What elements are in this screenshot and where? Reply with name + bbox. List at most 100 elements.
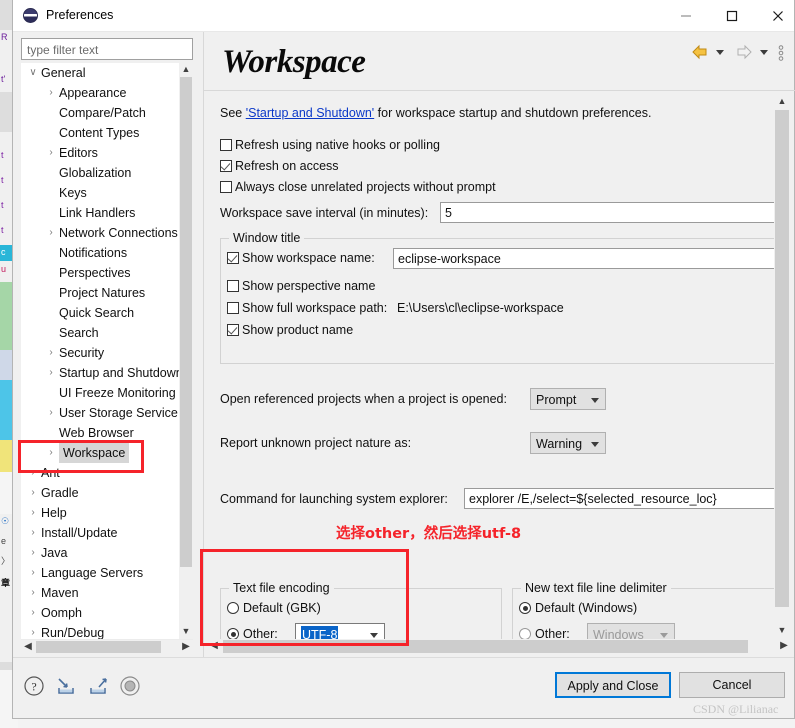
chevron-right-icon[interactable]: › <box>45 223 57 243</box>
open-referenced-combo[interactable]: Prompt <box>530 388 606 410</box>
report-nature-combo[interactable]: Warning <box>530 432 606 454</box>
checkbox-box[interactable] <box>227 252 239 264</box>
checkbox-box[interactable] <box>220 160 232 172</box>
scroll-right-icon[interactable]: ▶ <box>179 640 193 654</box>
sidebar-item-security[interactable]: › Security <box>21 343 179 363</box>
checkbox-close-unrelated[interactable]: Always close unrelated projects without … <box>220 180 496 194</box>
scroll-down-icon[interactable]: ▼ <box>179 625 193 639</box>
checkbox-box[interactable] <box>227 302 239 314</box>
checkbox-refresh-on-access[interactable]: Refresh on access <box>220 159 339 173</box>
save-interval-input[interactable]: 5 <box>440 202 776 223</box>
chevron-right-icon[interactable]: › <box>27 503 39 523</box>
chevron-right-icon[interactable]: › <box>27 623 39 639</box>
restore-defaults-icon[interactable] <box>119 675 141 700</box>
radio-button[interactable] <box>519 628 531 639</box>
checkbox-box[interactable] <box>220 181 232 193</box>
chevron-right-icon[interactable]: › <box>27 463 39 483</box>
sidebar-item-ui-freeze-monitoring[interactable]: UI Freeze Monitoring <box>21 383 179 403</box>
sidebar-item-project-natures[interactable]: Project Natures <box>21 283 179 303</box>
scroll-down-icon[interactable]: ▼ <box>774 623 790 639</box>
chevron-right-icon[interactable]: › <box>27 543 39 563</box>
preferences-tree[interactable]: ∨ General › Appearance Compare/Patch Content … <box>21 63 193 654</box>
sidebar-item-general[interactable]: ∨ General <box>21 63 179 83</box>
checkbox-show-product-name[interactable]: Show product name <box>227 323 353 337</box>
chevron-right-icon[interactable]: › <box>45 363 57 383</box>
sidebar-item-search[interactable]: Search <box>21 323 179 343</box>
sidebar-item-keys[interactable]: Keys <box>21 183 179 203</box>
checkbox-box[interactable] <box>220 139 232 151</box>
content-vertical-scrollbar[interactable]: ▲ ▼ <box>774 94 790 639</box>
workspace-name-input[interactable]: eclipse-workspace <box>393 248 776 269</box>
chevron-down-icon[interactable] <box>591 398 599 403</box>
import-icon[interactable] <box>55 675 77 700</box>
forward-arrow-icon[interactable] <box>734 42 754 65</box>
checkbox-show-perspective-name[interactable]: Show perspective name <box>227 279 375 293</box>
content-horizontal-scrollbar[interactable]: ◀ ▶ <box>206 639 792 655</box>
chevron-right-icon[interactable]: › <box>27 523 39 543</box>
close-button[interactable] <box>755 0 795 31</box>
sidebar-item-java[interactable]: › Java <box>21 543 179 563</box>
chevron-down-icon[interactable] <box>591 442 599 447</box>
chevron-down-icon[interactable] <box>370 633 378 638</box>
tree-scroll-thumb[interactable] <box>180 77 192 567</box>
sidebar-item-network-connections[interactable]: › Network Connections <box>21 223 179 243</box>
sidebar-item-help[interactable]: › Help <box>21 503 179 523</box>
maximize-button[interactable] <box>709 0 755 31</box>
scroll-right-icon[interactable]: ▶ <box>776 639 792 654</box>
checkbox-show-full-path[interactable]: Show full workspace path: <box>227 301 387 315</box>
sidebar-item-ant[interactable]: › Ant <box>21 463 179 483</box>
encoding-combo[interactable]: UTF-8 <box>295 623 385 639</box>
radio-encoding-other[interactable]: Other: <box>227 627 278 639</box>
radio-encoding-default[interactable]: Default (GBK) <box>227 601 321 615</box>
view-menu-icon[interactable] <box>778 45 784 64</box>
checkbox-show-workspace-name[interactable]: Show workspace name: <box>227 251 375 265</box>
back-arrow-icon[interactable] <box>690 42 710 65</box>
filter-input[interactable]: type filter text <box>21 38 193 60</box>
back-dropdown-icon[interactable] <box>716 50 724 55</box>
cancel-button[interactable]: Cancel <box>679 672 785 698</box>
export-icon[interactable] <box>87 675 109 700</box>
scroll-left-icon[interactable]: ◀ <box>21 640 35 654</box>
chevron-right-icon[interactable]: › <box>45 83 57 103</box>
checkbox-box[interactable] <box>227 324 239 336</box>
sidebar-item-globalization[interactable]: Globalization <box>21 163 179 183</box>
chevron-down-icon[interactable]: ∨ <box>27 63 39 83</box>
sidebar-item-user-storage-service[interactable]: › User Storage Service <box>21 403 179 423</box>
checkbox-refresh-native[interactable]: Refresh using native hooks or polling <box>220 138 440 152</box>
command-explorer-input[interactable]: explorer /E,/select=${selected_resource_… <box>464 488 776 509</box>
sidebar-item-web-browser[interactable]: Web Browser <box>21 423 179 443</box>
tree-vertical-scrollbar[interactable]: ▲ ▼ <box>179 63 193 639</box>
content-hscroll-thumb[interactable] <box>223 640 748 653</box>
scroll-left-icon[interactable]: ◀ <box>206 639 222 654</box>
minimize-button[interactable] <box>663 0 709 31</box>
chevron-right-icon[interactable]: › <box>45 343 57 363</box>
sidebar-item-compare-patch[interactable]: Compare/Patch <box>21 103 179 123</box>
checkbox-box[interactable] <box>227 280 239 292</box>
chevron-right-icon[interactable]: › <box>27 603 39 623</box>
help-icon[interactable]: ? <box>23 675 45 700</box>
startup-shutdown-link[interactable]: 'Startup and Shutdown' <box>246 106 374 120</box>
sidebar-item-run-debug[interactable]: › Run/Debug <box>21 623 179 639</box>
sidebar-item-startup-and-shutdown[interactable]: › Startup and Shutdown <box>21 363 179 383</box>
chevron-right-icon[interactable]: › <box>27 483 39 503</box>
sidebar-item-maven[interactable]: › Maven <box>21 583 179 603</box>
sidebar-item-notifications[interactable]: Notifications <box>21 243 179 263</box>
tree-hscroll-thumb[interactable] <box>36 641 161 653</box>
chevron-right-icon[interactable]: › <box>45 403 57 423</box>
chevron-right-icon[interactable]: › <box>27 583 39 603</box>
chevron-right-icon[interactable]: › <box>27 563 39 583</box>
sidebar-item-quick-search[interactable]: Quick Search <box>21 303 179 323</box>
sidebar-item-perspectives[interactable]: Perspectives <box>21 263 179 283</box>
chevron-right-icon[interactable]: › <box>45 443 57 463</box>
sidebar-item-appearance[interactable]: › Appearance <box>21 83 179 103</box>
scroll-up-icon[interactable]: ▲ <box>774 94 790 110</box>
radio-button[interactable] <box>227 628 239 639</box>
tree-horizontal-scrollbar[interactable]: ◀ ▶ <box>21 639 193 654</box>
forward-dropdown-icon[interactable] <box>760 50 768 55</box>
radio-button[interactable] <box>227 602 239 614</box>
chevron-right-icon[interactable]: › <box>45 143 57 163</box>
sidebar-item-workspace[interactable]: › Workspace <box>21 443 179 463</box>
radio-button[interactable] <box>519 602 531 614</box>
sidebar-item-language-servers[interactable]: › Language Servers <box>21 563 179 583</box>
sidebar-item-content-types[interactable]: Content Types <box>21 123 179 143</box>
